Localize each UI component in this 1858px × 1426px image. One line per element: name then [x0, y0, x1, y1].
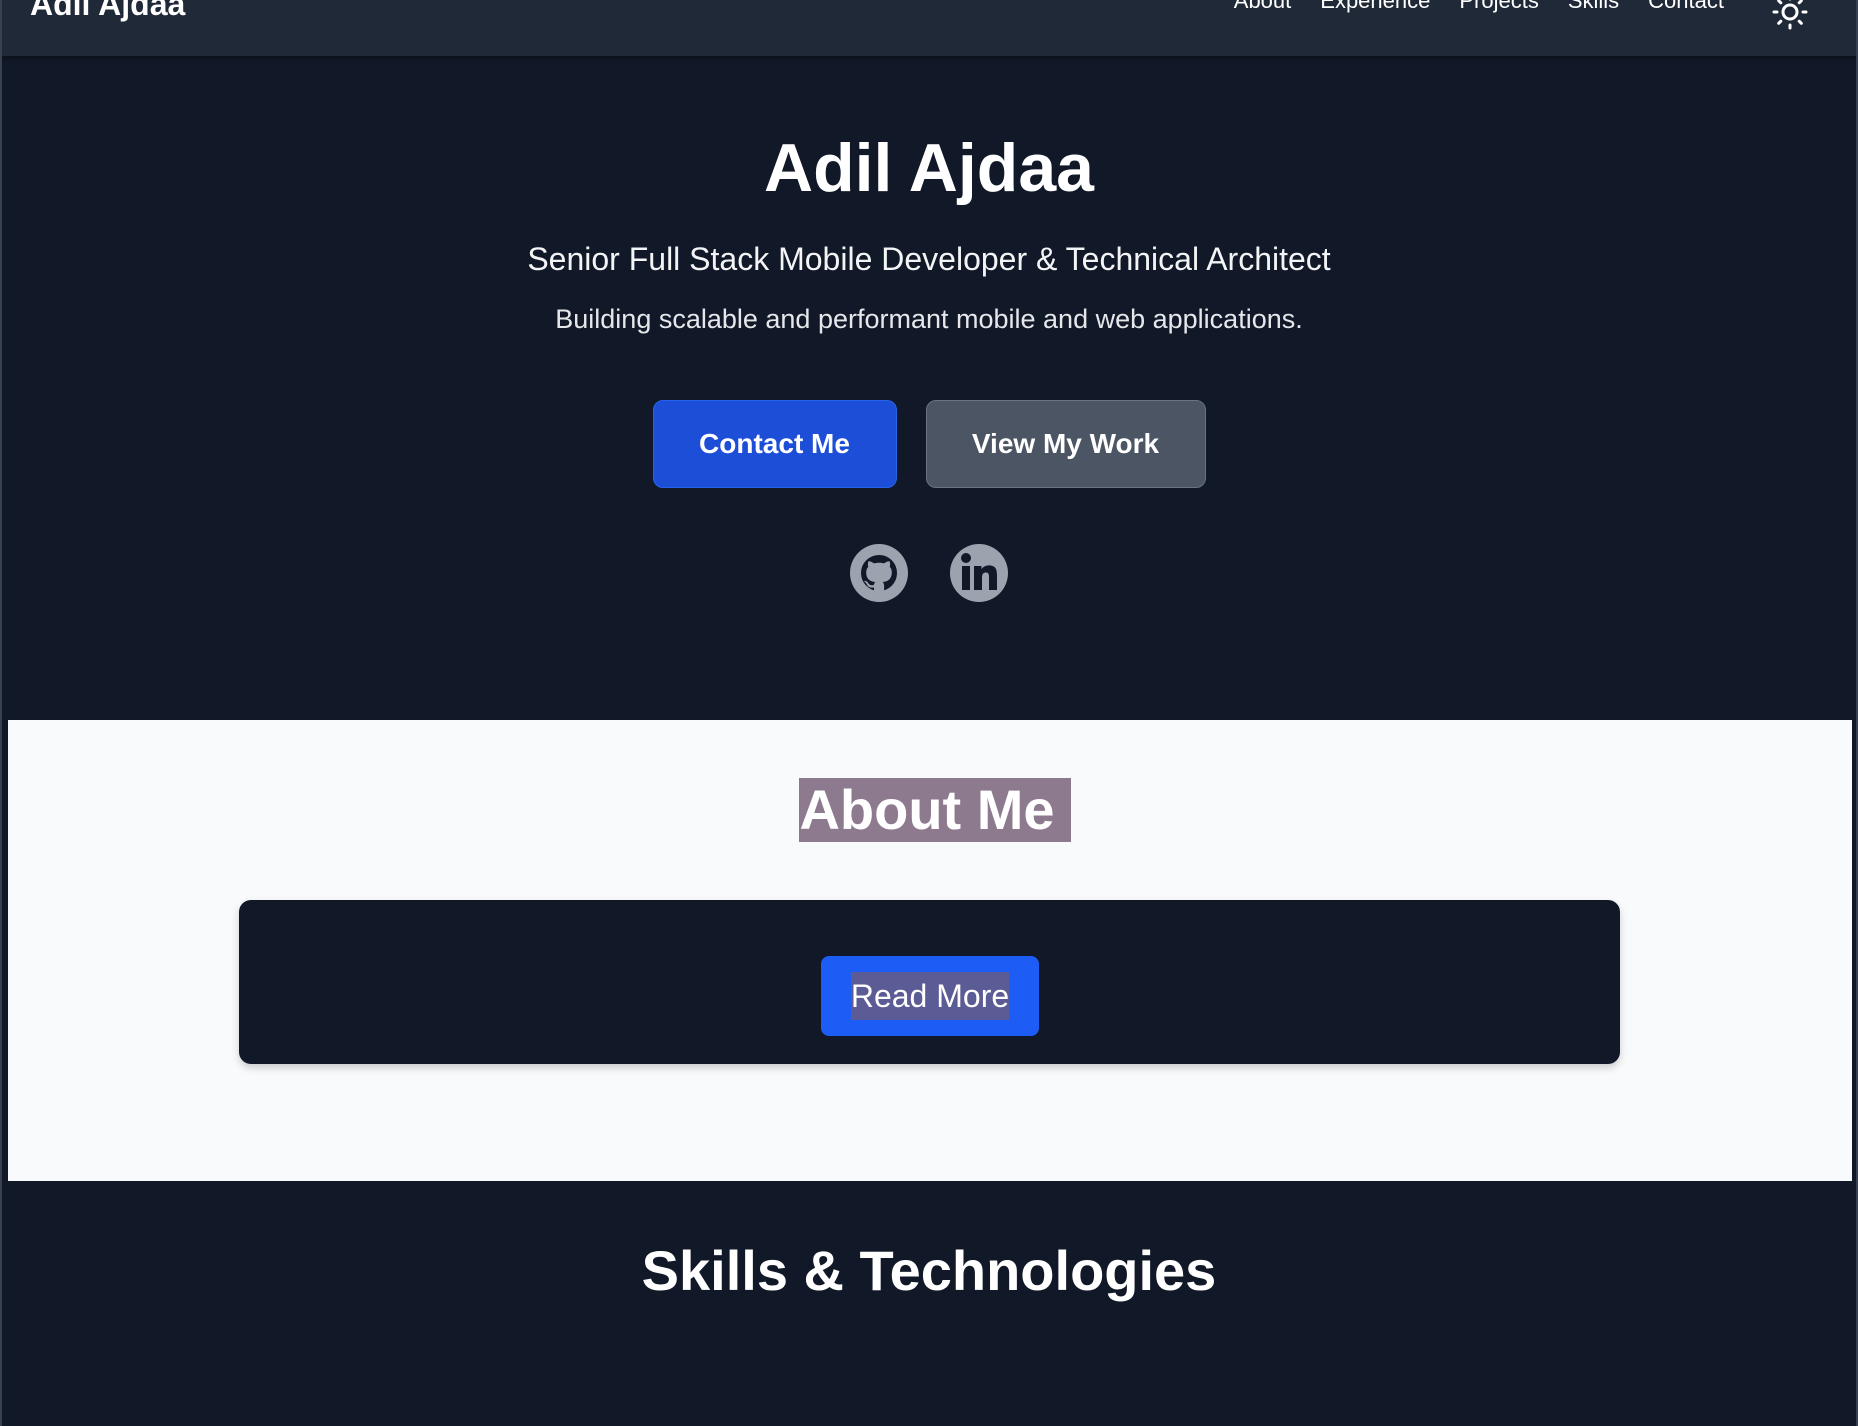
- nav-links: About Experience Projects Skills Contact: [1234, 0, 1724, 14]
- brand-logo[interactable]: Adil Ajdaa: [30, 0, 185, 23]
- linkedin-icon: [950, 544, 1008, 602]
- about-title: About Me: [799, 778, 1071, 842]
- view-my-work-button[interactable]: View My Work: [925, 400, 1206, 488]
- navbar: Adil Ajdaa About Experience Projects Ski…: [2, 0, 1856, 56]
- nav-link-about[interactable]: About: [1234, 0, 1292, 14]
- nav-link-skills[interactable]: Skills: [1568, 0, 1619, 14]
- social-links: [2, 544, 1856, 602]
- hero-title: Adil Ajdaa: [764, 130, 1094, 206]
- nav-link-contact[interactable]: Contact: [1648, 0, 1724, 14]
- about-card: Read More: [239, 900, 1620, 1064]
- hero-section: Adil Ajdaa Senior Full Stack Mobile Deve…: [2, 56, 1856, 720]
- about-title-wrap: About Me: [8, 778, 1852, 842]
- page-frame: Adil Ajdaa About Experience Projects Ski…: [0, 0, 1858, 1426]
- github-icon: [850, 544, 908, 602]
- nav-link-experience[interactable]: Experience: [1320, 0, 1430, 14]
- nav-link-projects[interactable]: Projects: [1459, 0, 1538, 14]
- skills-title: Skills & Technologies: [641, 1239, 1217, 1302]
- hero-buttons: Contact Me View My Work: [2, 400, 1856, 488]
- read-more-label: Read More: [850, 972, 1010, 1020]
- github-link[interactable]: [850, 544, 908, 602]
- about-section: About Me Read More: [8, 720, 1852, 1181]
- theme-toggle-button[interactable]: [1770, 0, 1810, 32]
- hero-subtitle: Senior Full Stack Mobile Developer & Tec…: [527, 241, 1331, 277]
- linkedin-link[interactable]: [950, 544, 1008, 602]
- read-more-button[interactable]: Read More: [821, 956, 1039, 1036]
- contact-me-button[interactable]: Contact Me: [652, 400, 897, 488]
- sun-icon: [1772, 0, 1808, 30]
- hero-tagline: Building scalable and performant mobile …: [555, 304, 1303, 334]
